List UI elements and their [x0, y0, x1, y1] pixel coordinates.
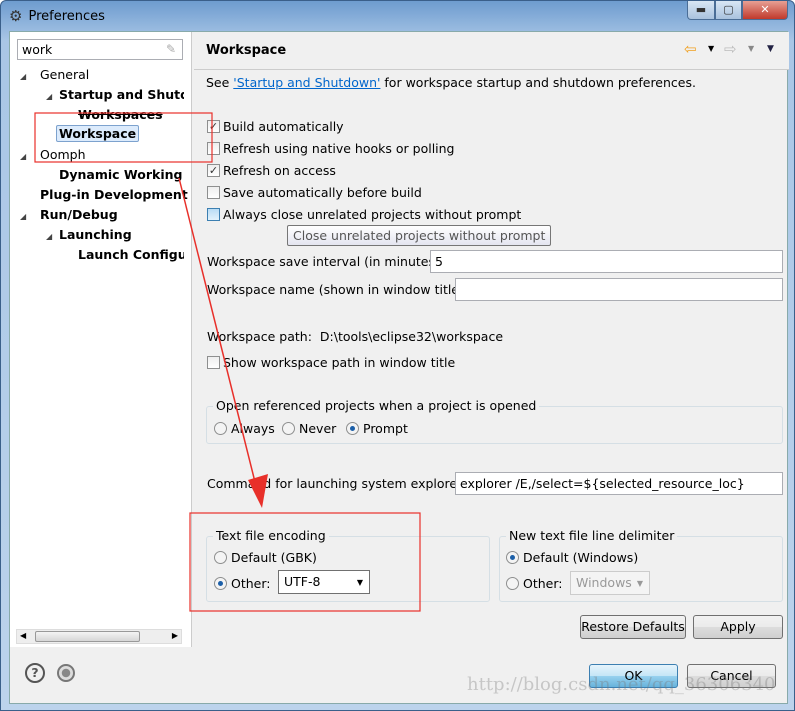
show-path-checkbox[interactable] [207, 356, 220, 369]
tree-item-launching[interactable]: Launching [59, 227, 132, 242]
back-arrow-icon[interactable]: ⇦ [684, 40, 697, 58]
expand-arrow-icon[interactable]: ◢ [20, 72, 26, 81]
refresh-native-hooks-checkbox[interactable] [207, 142, 220, 155]
scroll-left-icon[interactable]: ◀ [20, 631, 26, 640]
dropdown-arrow-icon: ▼ [636, 579, 643, 588]
save-before-build-checkbox[interactable] [207, 186, 220, 199]
back-dropdown-icon[interactable]: ▼ [708, 44, 714, 53]
group-label: New text file line delimiter [506, 528, 678, 543]
view-menu-icon[interactable]: ▼ [767, 44, 774, 54]
checkbox-label: Build automatically [223, 119, 344, 134]
forward-arrow-icon[interactable]: ⇨ [724, 40, 737, 58]
workspace-page: Workspace ⇦ ▼ ⇨ ▼ ▼ See 'Startup and Shu… [194, 32, 789, 647]
expand-arrow-icon[interactable]: ◢ [20, 152, 26, 161]
watermark: http://blog.csdn.net/qq_36306340 [467, 674, 776, 695]
restore-defaults-button[interactable]: Restore Defaults [580, 615, 686, 639]
encoding-default-radio[interactable] [214, 551, 227, 564]
encoding-combo[interactable]: UTF-8 ▼ [278, 570, 370, 594]
checkbox-label: Show workspace path in window title [223, 355, 456, 370]
always-radio[interactable] [214, 422, 227, 435]
explorer-command-label: Command for launching system explorer: [207, 476, 467, 491]
checkbox-label: Save automatically before build [223, 185, 422, 200]
apply-button[interactable]: Apply [693, 615, 783, 639]
group-label: Text file encoding [213, 528, 329, 543]
radio-label: Always [231, 421, 275, 436]
scroll-right-icon[interactable]: ▶ [172, 631, 178, 640]
build-automatically-checkbox[interactable]: ✓ [207, 120, 220, 133]
tree-item-plugin-development[interactable]: Plug-in Development [40, 187, 188, 202]
tree-item-launch-configurations[interactable]: Launch Configurations [78, 247, 184, 262]
workspace-path: Workspace path: D:\tools\eclipse32\works… [207, 329, 504, 344]
checkbox-label: Refresh using native hooks or polling [223, 141, 455, 156]
delimiter-other-radio[interactable] [506, 577, 519, 590]
window-title: Preferences [28, 8, 105, 24]
help-icon[interactable]: ? [25, 663, 45, 683]
tree-item-workspace[interactable]: Workspace [56, 125, 140, 142]
expand-arrow-icon[interactable]: ◢ [46, 92, 52, 101]
delimiter-default-radio[interactable] [506, 551, 519, 564]
refresh-on-access-checkbox[interactable]: ✓ [207, 164, 220, 177]
tree-item-general[interactable]: General [40, 67, 89, 82]
explorer-command-input[interactable]: explorer /E,/select=${selected_resource_… [455, 472, 783, 495]
horizontal-scrollbar[interactable]: ◀ ▶ [16, 629, 182, 644]
scrollbar-thumb[interactable] [35, 631, 140, 642]
clear-filter-icon[interactable]: ✎ [166, 42, 176, 56]
radio-label: Never [299, 421, 337, 436]
close-unrelated-checkbox[interactable] [207, 208, 220, 221]
checkbox-label: Refresh on access [223, 163, 336, 178]
radio-label: Default (Windows) [523, 550, 639, 565]
radio-label: Prompt [363, 421, 408, 436]
import-export-icon[interactable] [57, 664, 75, 682]
never-radio[interactable] [282, 422, 295, 435]
workspace-name-input[interactable] [455, 278, 783, 301]
dropdown-arrow-icon: ▼ [356, 578, 363, 587]
eclipse-gear-icon: ⚙ [9, 7, 23, 25]
expand-arrow-icon[interactable]: ◢ [46, 232, 52, 241]
radio-label: Other: [523, 576, 563, 591]
save-interval-label: Workspace save interval (in minutes): [207, 254, 445, 269]
preference-tree-panel: work ✎ ◢ General ◢ Startup and Shutdown … [10, 32, 192, 647]
prompt-radio[interactable] [346, 422, 359, 435]
preferences-window: ⚙ Preferences ▬ ▢ ✕ work ✎ ◢ General ◢ S… [0, 0, 795, 711]
tree-item-oomph[interactable]: Oomph [40, 147, 86, 162]
maximize-button[interactable]: ▢ [715, 1, 742, 20]
expand-arrow-icon[interactable]: ◢ [20, 212, 26, 221]
forward-dropdown-icon[interactable]: ▼ [748, 44, 754, 53]
radio-label: Default (GBK) [231, 550, 317, 565]
tooltip: Close unrelated projects without prompt [287, 225, 552, 246]
title-bar: ⚙ Preferences [9, 5, 105, 27]
save-interval-input[interactable]: 5 [430, 250, 783, 273]
workspace-name-label: Workspace name (shown in window title): [207, 282, 469, 297]
tree-item-run-debug[interactable]: Run/Debug [40, 207, 118, 222]
minimize-button[interactable]: ▬ [687, 1, 715, 20]
tree-item-workspaces[interactable]: Workspaces [78, 107, 163, 122]
delimiter-combo[interactable]: Windows ▼ [570, 571, 650, 595]
startup-description: See 'Startup and Shutdown' for workspace… [206, 75, 696, 90]
encoding-other-radio[interactable] [214, 577, 227, 590]
tree-item-dynamic-working-sets[interactable]: Dynamic Working Sets [59, 167, 184, 182]
radio-label: Other: [231, 576, 271, 591]
filter-input[interactable]: work [17, 39, 183, 60]
startup-shutdown-link[interactable]: 'Startup and Shutdown' [233, 75, 380, 90]
page-title: Workspace [206, 43, 287, 58]
group-label: Open referenced projects when a project … [213, 398, 540, 413]
checkbox-label: Always close unrelated projects without … [223, 207, 522, 222]
close-button[interactable]: ✕ [742, 1, 788, 20]
tree-item-startup-and-shutdown[interactable]: Startup and Shutdown [59, 87, 184, 102]
